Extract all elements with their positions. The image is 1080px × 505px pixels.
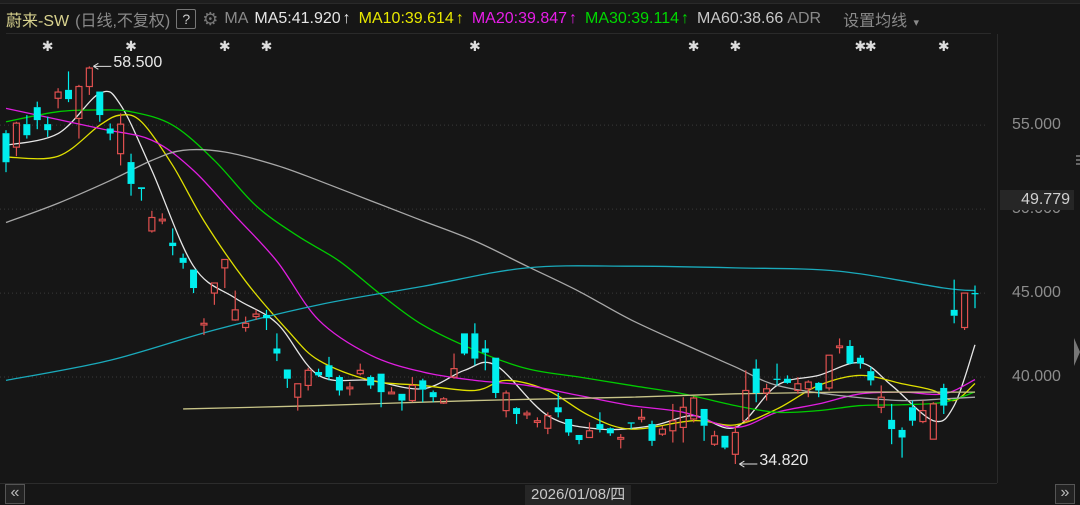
scroll-right-button[interactable]: » bbox=[1055, 484, 1075, 504]
candle-up bbox=[54, 91, 62, 99]
candle-up bbox=[731, 431, 739, 455]
candle-down bbox=[888, 419, 896, 430]
candle-down bbox=[815, 382, 823, 391]
candle-down bbox=[169, 242, 177, 247]
ma-line-ma30 bbox=[5, 109, 976, 414]
candle-down bbox=[190, 269, 198, 289]
arrow-left-icon bbox=[93, 62, 112, 70]
candle-down bbox=[471, 333, 479, 359]
candle-up bbox=[710, 435, 719, 445]
candle-down bbox=[898, 429, 906, 438]
candle-down bbox=[492, 357, 500, 393]
candle-down bbox=[752, 368, 760, 393]
price-extreme-label: 34.820 bbox=[759, 452, 809, 470]
candle-down bbox=[783, 378, 791, 383]
candle-down bbox=[627, 422, 635, 424]
candle-down bbox=[398, 393, 406, 401]
candle-down bbox=[950, 309, 958, 316]
candle-up bbox=[523, 412, 531, 416]
y-tick-label: 55.000 bbox=[1012, 116, 1061, 134]
price-axis-divider bbox=[997, 34, 998, 483]
candle-down bbox=[648, 424, 656, 441]
candle-down bbox=[606, 428, 614, 434]
candle-down bbox=[867, 371, 875, 381]
candle-down bbox=[179, 257, 187, 263]
candle-down bbox=[419, 380, 427, 390]
candle-up bbox=[221, 258, 229, 269]
candle-down bbox=[856, 357, 864, 364]
candle-down bbox=[481, 348, 489, 353]
price-extreme-label: 58.500 bbox=[113, 54, 163, 72]
candle-down bbox=[596, 424, 604, 430]
side-panel-toggle-icon[interactable] bbox=[1074, 338, 1080, 366]
candle-up bbox=[669, 420, 677, 432]
candle-up bbox=[231, 309, 239, 321]
candle-up bbox=[617, 436, 625, 440]
candle-up bbox=[387, 391, 396, 395]
cursor-date-label: 2026/01/08/四 bbox=[525, 485, 632, 505]
candle-down bbox=[283, 369, 291, 379]
grid-handle-icon[interactable] bbox=[1076, 155, 1080, 165]
y-tick-label: 40.000 bbox=[1012, 368, 1061, 386]
ma-line-ma5 bbox=[5, 90, 976, 431]
candle-up bbox=[242, 322, 250, 329]
candle-down bbox=[367, 377, 375, 386]
y-tick-label: 45.000 bbox=[1012, 284, 1061, 302]
candle-up bbox=[637, 416, 646, 420]
candle-down bbox=[575, 434, 583, 441]
candle-down bbox=[971, 293, 979, 295]
candle-down bbox=[315, 371, 323, 376]
candle-down bbox=[846, 345, 854, 364]
candle-up bbox=[742, 389, 750, 422]
candle-up bbox=[117, 123, 125, 155]
candle-up bbox=[804, 381, 812, 390]
candle-down bbox=[127, 162, 135, 184]
candle-down bbox=[377, 373, 385, 393]
scroll-left-button[interactable]: « bbox=[5, 484, 25, 504]
candle-down bbox=[106, 128, 114, 134]
candle-down bbox=[721, 435, 729, 448]
candle-down bbox=[273, 348, 281, 354]
candle-up bbox=[658, 428, 667, 435]
candle-down bbox=[44, 124, 52, 131]
candle-down bbox=[335, 377, 343, 391]
candle-up bbox=[148, 216, 156, 232]
candle-down bbox=[565, 419, 573, 433]
candle-down bbox=[940, 387, 948, 406]
candle-down bbox=[908, 407, 916, 421]
candlestick-chart[interactable] bbox=[0, 0, 997, 483]
candle-down bbox=[262, 314, 270, 319]
candle-up bbox=[533, 420, 541, 423]
candle-down bbox=[554, 407, 562, 413]
candle-down bbox=[773, 378, 781, 380]
candle-down bbox=[325, 365, 333, 378]
candle-up bbox=[356, 369, 364, 375]
candle-up bbox=[585, 430, 594, 439]
candle-up bbox=[200, 322, 208, 326]
candle-up bbox=[158, 218, 166, 222]
crosshair-price-tag: 49.779 bbox=[1000, 190, 1074, 210]
ma-line-ma20 bbox=[5, 107, 976, 429]
candle-down bbox=[65, 89, 73, 100]
candle-up bbox=[85, 67, 93, 88]
candle-down bbox=[429, 392, 437, 398]
candle-down bbox=[700, 408, 708, 426]
candle-up bbox=[294, 383, 302, 398]
candle-up bbox=[960, 292, 969, 329]
candle-up bbox=[252, 313, 260, 318]
candle-up bbox=[346, 386, 354, 390]
candle-up bbox=[502, 392, 510, 412]
candle-up bbox=[835, 345, 844, 349]
candle-down bbox=[137, 187, 145, 189]
candle-down bbox=[33, 107, 41, 121]
candle-down bbox=[513, 408, 521, 414]
candle-down bbox=[460, 333, 468, 354]
candle-down bbox=[2, 133, 10, 163]
candle-down bbox=[23, 124, 31, 136]
arrow-left-icon bbox=[739, 460, 758, 468]
candle-up bbox=[304, 369, 312, 387]
time-axis bbox=[0, 483, 997, 484]
candle-down bbox=[96, 91, 104, 116]
